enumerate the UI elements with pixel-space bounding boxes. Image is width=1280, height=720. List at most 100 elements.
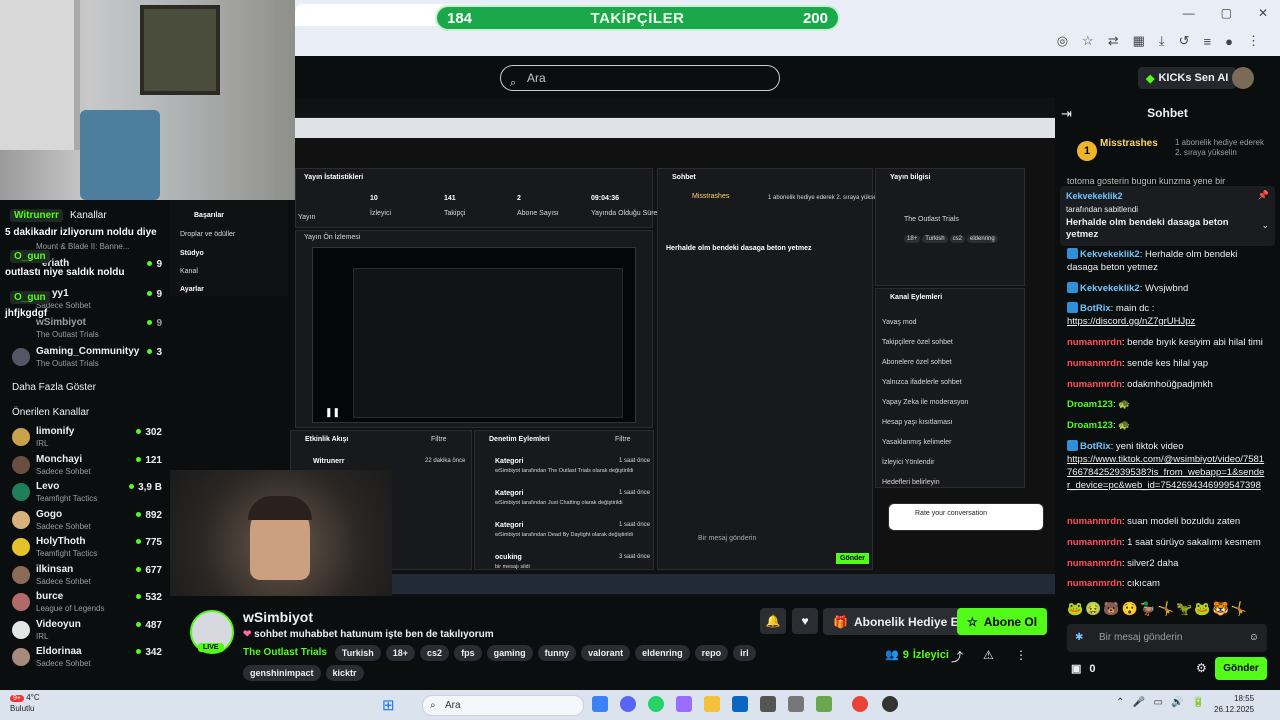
nested-action-item[interactable]: Yapay Zeka ile moderasyon (882, 399, 968, 406)
recommended-channel[interactable]: Videoyun IRL 487 (12, 619, 162, 647)
emote-bar[interactable]: 🐸🤢🐻😯🦆🤸🦖🐸🐯🤸 (1067, 601, 1249, 617)
report-icon[interactable]: ⚠ (983, 648, 994, 662)
chat-link[interactable]: https://discord.gg/nZ7grUHJpz (1067, 316, 1195, 327)
nested-action-item[interactable]: Yasaklanmış kelimeler (882, 439, 952, 446)
stream-tag[interactable]: fps (454, 645, 482, 661)
chat-username[interactable]: Kekvekeklik2 (1080, 249, 1140, 260)
chat-username[interactable]: numanmrdn (1067, 337, 1122, 348)
nested-action-item[interactable]: Abonelere özel sohbet (882, 359, 952, 366)
taskbar-search[interactable]: ⌕ Ara (422, 695, 584, 716)
maximize-icon[interactable]: ▢ (1221, 6, 1232, 20)
bell-icon[interactable]: 🔔 (760, 608, 786, 634)
stream-tag[interactable]: funny (537, 645, 577, 661)
chat-username[interactable]: BotRix (1080, 441, 1111, 452)
recommended-channel[interactable]: limonify IRL 302 (12, 426, 162, 454)
recommended-channel[interactable]: HolyThoth Teamfight Tactics 775 (12, 536, 162, 564)
minimize-icon[interactable]: — (1183, 6, 1195, 20)
stream-tag[interactable]: 18+ (385, 645, 416, 661)
nested-action-item[interactable]: Yalnızca ifadelerle sohbet (882, 379, 962, 386)
search-input[interactable]: ⌕ Ara (500, 65, 780, 91)
show-more-link[interactable]: Daha Fazla Göster (12, 382, 96, 393)
more-icon[interactable]: ⋮ (1015, 648, 1027, 662)
subscribe-button[interactable]: ☆ Abone Ol (957, 608, 1048, 635)
stream-tag[interactable]: gaming (486, 645, 533, 661)
whatsapp-icon[interactable] (648, 696, 664, 712)
chat-username[interactable]: numanmrdn (1067, 537, 1122, 548)
download-icon[interactable]: ⤓ (1159, 33, 1165, 49)
gift-sub-button[interactable]: 🎁 Abonelik Hediye Et (823, 608, 973, 635)
heart-button[interactable]: ♥ (792, 608, 818, 634)
chat-username[interactable]: numanmrdn (1067, 358, 1122, 369)
chat-username[interactable]: numanmrdn (1067, 578, 1122, 589)
chat-username[interactable]: numanmrdn (1067, 516, 1122, 527)
app-icon[interactable] (816, 696, 832, 712)
emoji-icon[interactable]: ☺ (1249, 624, 1259, 652)
mouse-app-icon[interactable] (788, 696, 804, 712)
nested-menu-item[interactable]: Kanal (180, 268, 198, 275)
nested-filter-button[interactable]: Filtre (615, 436, 631, 443)
extensions-icon[interactable]: ▦ (1133, 33, 1145, 49)
nested-action-item[interactable]: Yavaş mod (882, 319, 917, 326)
calculator-icon[interactable] (760, 696, 776, 712)
pin-icon[interactable]: 📌 (1258, 190, 1269, 201)
nested-action-item[interactable]: Takipçilere özel sohbet (882, 339, 953, 346)
chat-send-button[interactable]: Gönder (1215, 657, 1267, 680)
chrome-icon[interactable] (852, 696, 868, 712)
chat-input[interactable]: ✱ Bir mesaj gönderin ☺ (1067, 624, 1267, 652)
chat-points[interactable]: ▣ 0 (1071, 662, 1096, 676)
sidebar-channel[interactable]: Gaming_Communityy The Outlast Trials 3 (12, 346, 162, 374)
file-explorer-icon[interactable] (704, 696, 720, 712)
translate-icon[interactable]: ⇄ (1108, 33, 1119, 49)
recommended-channel[interactable]: Gogo Sadece Sohbet 892 (12, 509, 162, 537)
chat-username[interactable]: numanmrdn (1067, 379, 1122, 390)
obs-icon[interactable] (882, 696, 898, 712)
chat-username[interactable]: Droam123 (1067, 420, 1113, 431)
weather-widget[interactable]: 9+ 4°C Bulutlu (10, 693, 40, 714)
stream-tag[interactable]: kicktr (325, 665, 364, 681)
chat-username[interactable]: Droam123 (1067, 399, 1113, 410)
sidebar-channel[interactable]: wSimbiyot The Outlast Trials 9 (12, 317, 162, 345)
chevron-down-icon[interactable]: ⌄ (1261, 220, 1269, 231)
nested-filter-button[interactable]: Filtre (431, 436, 447, 443)
nested-menu-item[interactable]: Ayarlar (180, 286, 204, 293)
clock[interactable]: 18:55 26.12.2025 (1214, 693, 1254, 715)
gear-icon[interactable]: ⚙ (1196, 661, 1207, 675)
kicks-ai-button[interactable]: ◆ KICKs Sen AI (1138, 67, 1237, 89)
recommended-channel[interactable]: ilkinsan Sadece Sohbet 677 (12, 564, 162, 592)
task-view-icon[interactable] (592, 696, 608, 712)
nested-send-button[interactable]: Gönder (836, 553, 869, 564)
star-icon[interactable]: ☆ (1082, 33, 1094, 49)
nested-preview-video[interactable]: ❚❚ (312, 247, 636, 423)
share-icon[interactable]: ⤴ (951, 648, 963, 665)
tray-icons[interactable]: ⌃ 🎤 ▭ 🔊 🔋 (1116, 697, 1205, 708)
recommended-channel[interactable]: Eldorinaa Sadece Sohbet 342 (12, 646, 162, 674)
chat-username[interactable]: Kekvekeklik2 (1080, 283, 1140, 294)
discord-icon[interactable] (620, 696, 636, 712)
recommended-channel[interactable]: Levo Teamfight Tactics 3,9 B (12, 481, 162, 509)
recommended-channel[interactable]: Monchayi Sadece Sohbet 121 (12, 454, 162, 482)
nested-menu-item[interactable]: Stüdyo (180, 250, 204, 257)
media-icon[interactable]: ≡ (1204, 34, 1212, 49)
stream-tag[interactable]: repo (694, 645, 729, 661)
stream-tag[interactable]: Turkish (334, 645, 381, 661)
nested-action-item[interactable]: Hedefleri belirleyin (882, 479, 940, 486)
copilot-icon[interactable] (676, 696, 692, 712)
windows-start-icon[interactable]: ⊞ (382, 696, 395, 714)
top-gifter-name[interactable]: Misstrashes (1100, 138, 1158, 149)
nested-rate-popup[interactable]: Rate your conversation (888, 503, 1044, 531)
stream-category[interactable]: The Outlast Trials (243, 647, 327, 658)
stream-tag[interactable]: valorant (581, 645, 631, 661)
nested-action-item[interactable]: Hesap yaşı kısıtlaması (882, 419, 952, 426)
profile-icon[interactable]: ● (1225, 34, 1233, 49)
store-icon[interactable] (732, 696, 748, 712)
stream-tag[interactable]: irl (733, 645, 756, 661)
stream-tag[interactable]: eldenring (635, 645, 690, 661)
pause-icon[interactable]: ❚❚ (325, 407, 340, 418)
stream-tag[interactable]: genshinimpact (243, 665, 321, 681)
close-icon[interactable]: ✕ (1258, 6, 1268, 20)
chat-username[interactable]: numanmrdn (1067, 558, 1122, 569)
eye-off-icon[interactable]: ◎ (1057, 33, 1068, 49)
streamer-name[interactable]: wSimbiyot (243, 609, 313, 625)
chat-link[interactable]: https://www.tiktok.com/@wsimbiyot/video/… (1067, 454, 1264, 491)
nested-chat-input[interactable]: Bir mesaj gönderin (698, 535, 756, 542)
